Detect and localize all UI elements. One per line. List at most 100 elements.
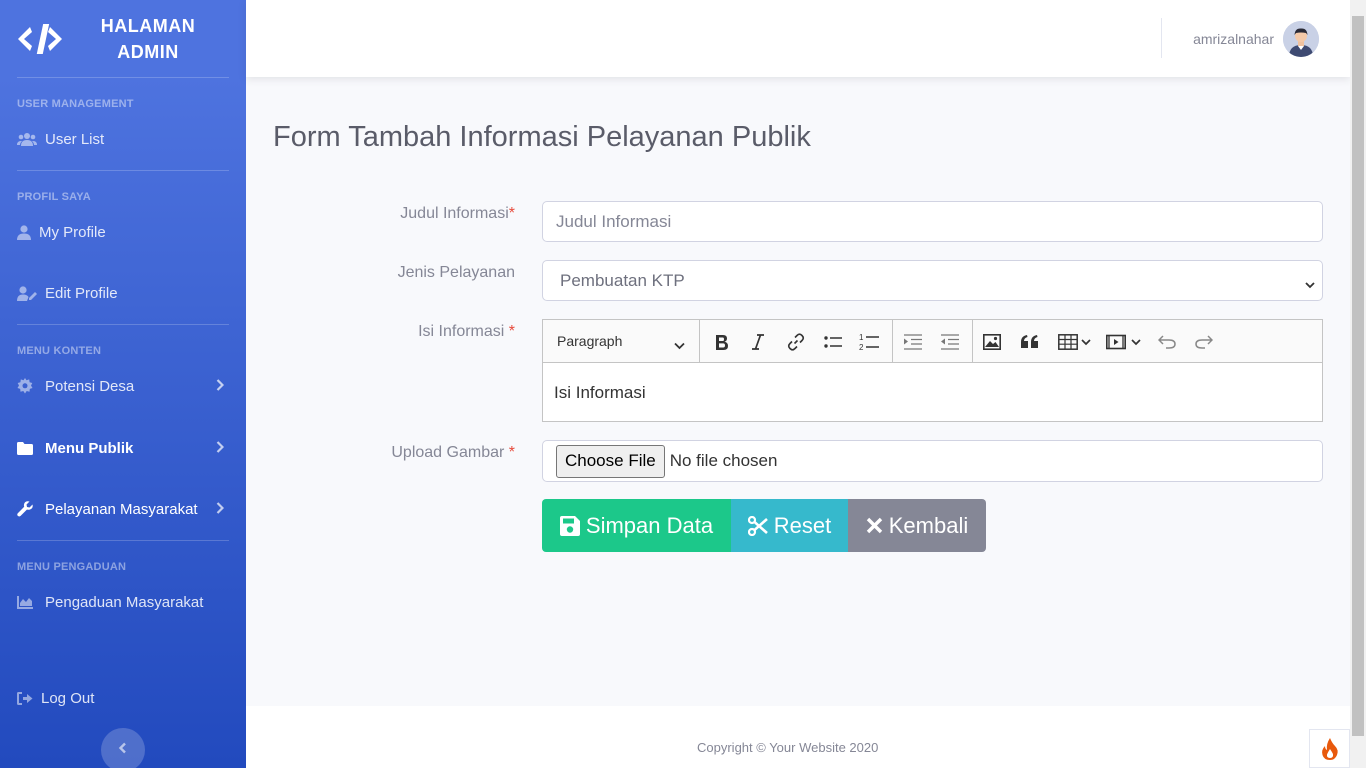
avatar[interactable] <box>1283 21 1319 57</box>
copyright-text: Copyright © Your Website 2020 <box>697 740 879 755</box>
jenis-selected-value: Pembuatan KTP <box>560 270 685 290</box>
vertical-scrollbar[interactable] <box>1350 0 1366 768</box>
editor-content-area[interactable]: Isi Informasi <box>543 363 1322 423</box>
sidebar-item-pelayanan-masyarakat[interactable]: Pelayanan Masyarakat <box>0 484 246 534</box>
sidebar-item-label: User List <box>45 130 105 148</box>
sidebar: HALAMAN ADMIN USER MANAGEMENT User List … <box>0 0 246 768</box>
scissors-icon <box>747 515 768 536</box>
sidebar-item-label: My Profile <box>39 223 106 241</box>
scrollbar-thumb[interactable] <box>1352 16 1364 736</box>
sidebar-item-label: Pengaduan Masyarakat <box>45 593 204 611</box>
sidebar-item-pengaduan-masyarakat[interactable]: Pengaduan Masyarakat <box>0 577 246 627</box>
chevron-right-icon <box>216 501 225 518</box>
isi-label-text: Isi Informasi <box>418 323 509 340</box>
topbar-divider <box>1161 18 1162 58</box>
kembali-button[interactable]: Kembali <box>848 499 986 552</box>
media-embed-icon[interactable] <box>1105 330 1143 354</box>
code-logo-icon <box>18 19 64 59</box>
italic-icon[interactable] <box>746 330 770 354</box>
sidebar-heading-menu-konten: MENU KONTEN <box>17 345 102 357</box>
topbar: amrizalnahar <box>246 0 1350 77</box>
username[interactable]: amrizalnahar <box>1193 31 1274 47</box>
judul-informasi-input[interactable]: Judul Informasi <box>542 201 1323 242</box>
toolbar-separator <box>892 320 893 363</box>
sidebar-item-my-profile[interactable]: My Profile <box>0 207 246 257</box>
bold-icon[interactable] <box>710 330 734 354</box>
indent-icon[interactable] <box>901 330 925 354</box>
sidebar-item-label: Log Out <box>41 689 95 707</box>
sidebar-item-label: Edit Profile <box>45 284 118 302</box>
sidebar-item-menu-publik[interactable]: Menu Publik <box>0 423 246 473</box>
chevron-left-icon <box>118 741 128 759</box>
sidebar-heading-user-management: USER MANAGEMENT <box>17 98 134 110</box>
numbered-list-icon[interactable]: 12 <box>857 330 881 354</box>
rich-text-editor: Paragraph 12 Isi Informasi <box>542 319 1323 422</box>
image-icon[interactable] <box>980 330 1004 354</box>
brand-title: HALAMAN ADMIN <box>98 13 198 65</box>
folder-icon <box>17 441 37 455</box>
page-title: Form Tambah Informasi Pelayanan Publik <box>273 121 811 153</box>
link-icon[interactable] <box>784 330 808 354</box>
sidebar-item-potensi-desa[interactable]: Potensi Desa <box>0 361 246 411</box>
brand-title-line2: ADMIN <box>117 41 179 62</box>
user-icon <box>17 224 31 240</box>
svg-text:2: 2 <box>859 343 864 351</box>
sidebar-heading-profil-saya: PROFIL SAYA <box>17 191 91 203</box>
sidebar-item-label: Potensi Desa <box>45 377 135 395</box>
upload-label: Upload Gambar * <box>315 444 515 462</box>
judul-placeholder: Judul Informasi <box>556 211 672 231</box>
close-icon <box>866 517 883 534</box>
svg-text:1: 1 <box>859 333 864 342</box>
undo-icon[interactable] <box>1155 330 1179 354</box>
chevron-right-icon <box>216 378 225 395</box>
wrench-icon <box>17 501 37 517</box>
editor-toolbar: Paragraph 12 <box>543 319 1322 363</box>
required-mark: * <box>508 444 515 461</box>
fire-icon[interactable] <box>1309 729 1350 768</box>
redo-icon[interactable] <box>1192 330 1216 354</box>
sidebar-item-edit-profile[interactable]: Edit Profile <box>0 268 246 318</box>
simpan-data-label: Simpan Data <box>585 512 714 538</box>
table-icon[interactable] <box>1056 330 1094 354</box>
kembali-label: Kembali <box>888 512 969 538</box>
reset-button[interactable]: Reset <box>731 499 848 552</box>
judul-label-text: Judul Informasi <box>400 205 509 222</box>
brand-title-line1: HALAMAN <box>100 15 196 36</box>
sidebar-item-label: Pelayanan Masyarakat <box>45 500 198 518</box>
sidebar-item-user-list[interactable]: User List <box>0 114 246 164</box>
chevron-right-icon <box>216 440 225 457</box>
sidebar-heading-menu-pengaduan: MENU PENGADUAN <box>17 561 127 573</box>
sign-out-icon <box>17 691 33 705</box>
heading-dropdown[interactable]: Paragraph <box>543 319 700 363</box>
save-icon <box>559 515 580 536</box>
sidebar-item-logout[interactable]: Log Out <box>0 673 246 723</box>
required-mark: * <box>508 205 515 222</box>
users-icon <box>17 132 37 146</box>
toolbar-separator <box>972 320 973 363</box>
footer: Copyright © Your Website 2020 <box>246 706 1350 768</box>
file-status: No file chosen <box>669 451 778 470</box>
user-edit-icon <box>17 285 37 301</box>
chevron-down-icon <box>1304 275 1316 295</box>
sidebar-item-label: Menu Publik <box>45 439 134 457</box>
upload-label-text: Upload Gambar <box>391 444 509 461</box>
chart-area-icon <box>17 595 37 609</box>
reset-label: Reset <box>773 512 832 538</box>
blockquote-icon[interactable] <box>1018 330 1042 354</box>
isi-label: Isi Informasi * <box>315 323 515 341</box>
required-mark: * <box>508 323 515 340</box>
jenis-label: Jenis Pelayanan <box>397 264 515 281</box>
sidebar-toggle-button[interactable] <box>101 728 145 768</box>
judul-label: Judul Informasi* <box>315 205 515 223</box>
sidebar-brand[interactable]: HALAMAN ADMIN <box>0 0 246 77</box>
outdent-icon[interactable] <box>938 330 962 354</box>
upload-gambar-file-input: Choose File No file chosen <box>542 440 1323 482</box>
editor-placeholder: Isi Informasi <box>554 383 646 402</box>
chevron-down-icon <box>674 337 685 353</box>
heading-dropdown-value: Paragraph <box>557 333 623 349</box>
gear-icon <box>17 378 37 394</box>
choose-file-button[interactable]: Choose File <box>556 444 665 478</box>
simpan-data-button[interactable]: Simpan Data <box>542 499 731 552</box>
jenis-pelayanan-select[interactable]: Pembuatan KTP <box>542 260 1323 301</box>
bulleted-list-icon[interactable] <box>821 330 845 354</box>
